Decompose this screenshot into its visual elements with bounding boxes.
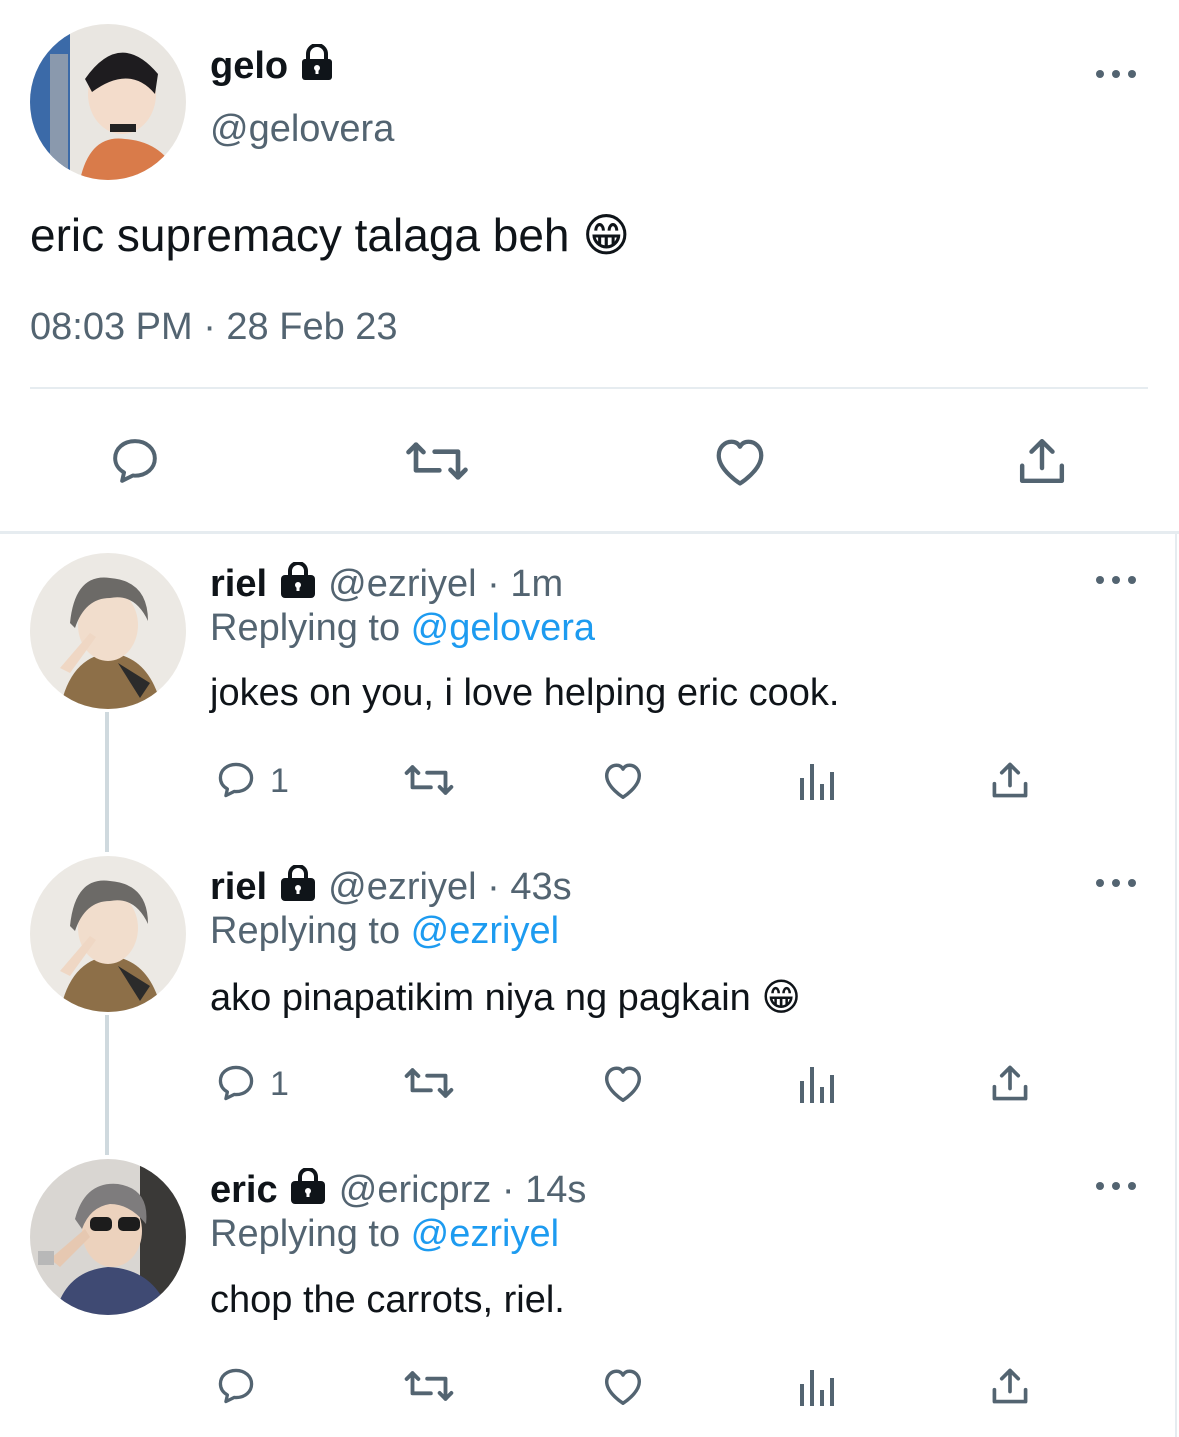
reply-time[interactable]: · 14s [491,1169,587,1211]
author-handle[interactable]: @ericprz [339,1169,492,1211]
author-name[interactable]: gelo [210,43,335,92]
avatar[interactable] [30,553,186,709]
like-icon[interactable] [600,1061,646,1105]
replying-to: Replying to @gelovera [210,607,596,649]
replying-to: Replying to @ezriyel [210,1213,560,1255]
retweet-icon[interactable] [402,1061,456,1105]
analytics-icon[interactable] [798,1366,836,1408]
lock-icon [278,561,318,610]
more-options-icon[interactable] [1096,1176,1136,1196]
share-icon[interactable] [988,1061,1032,1105]
lock-icon [288,1167,328,1216]
retweet-icon[interactable] [402,1364,456,1408]
tweet-text: eric supremacy talaga beh 😁 [30,208,631,262]
divider [30,387,1148,389]
more-options-icon[interactable] [1096,64,1136,84]
timestamp[interactable]: 08:03 PM · 28 Feb 23 [30,306,398,349]
tweet-text: jokes on you, i love helping eric cook. [210,672,840,714]
reply-icon[interactable] [106,433,164,489]
thread-line [105,712,109,852]
author-name[interactable]: riel @ezriyel · 1m [210,561,563,610]
reply-time[interactable]: · 43s [477,866,572,908]
share-icon[interactable] [1014,433,1070,489]
more-options-icon[interactable] [1096,873,1136,893]
tweet-text: chop the carrots, riel. [210,1279,565,1321]
author-handle[interactable]: @ezriyel [328,866,476,908]
avatar[interactable] [30,1159,186,1315]
avatar[interactable] [30,856,186,1012]
more-options-icon[interactable] [1096,570,1136,590]
reply-time[interactable]: · 1m [477,563,563,605]
tweet-text: ako pinapatikim niya ng pagkain 😁 [210,975,801,1019]
reply-icon[interactable] [214,1061,258,1105]
reply-icon[interactable] [214,758,258,802]
author-name[interactable]: riel @ezriyel · 43s [210,864,572,913]
author-name[interactable]: eric @ericprz · 14s [210,1167,587,1216]
lock-icon [278,864,318,913]
share-icon[interactable] [988,1364,1032,1408]
mention-link[interactable]: @ezriyel [411,910,559,952]
like-icon[interactable] [600,758,646,802]
share-icon[interactable] [988,758,1032,802]
retweet-icon[interactable] [402,758,456,802]
mention-link[interactable]: @ezriyel [411,1213,559,1255]
thread-line [105,1015,109,1155]
grinning-emoji: 😁 [761,975,801,1019]
divider [0,531,1179,534]
like-icon[interactable] [600,1364,646,1408]
replying-to: Replying to @ezriyel [210,910,560,952]
reply-icon[interactable] [214,1364,258,1408]
avatar[interactable] [30,24,186,180]
lock-icon [299,43,335,92]
like-icon[interactable] [710,433,770,489]
analytics-icon[interactable] [798,760,836,802]
grinning-emoji: 😁 [582,208,631,262]
right-edge-border [1175,534,1177,1437]
analytics-icon[interactable] [798,1063,836,1105]
author-handle[interactable]: @ezriyel [328,563,476,605]
mention-link[interactable]: @gelovera [411,607,595,649]
author-handle[interactable]: @gelovera [210,108,394,151]
reply-count: 1 [270,1065,289,1103]
reply-count: 1 [270,762,289,800]
retweet-icon[interactable] [403,433,471,489]
